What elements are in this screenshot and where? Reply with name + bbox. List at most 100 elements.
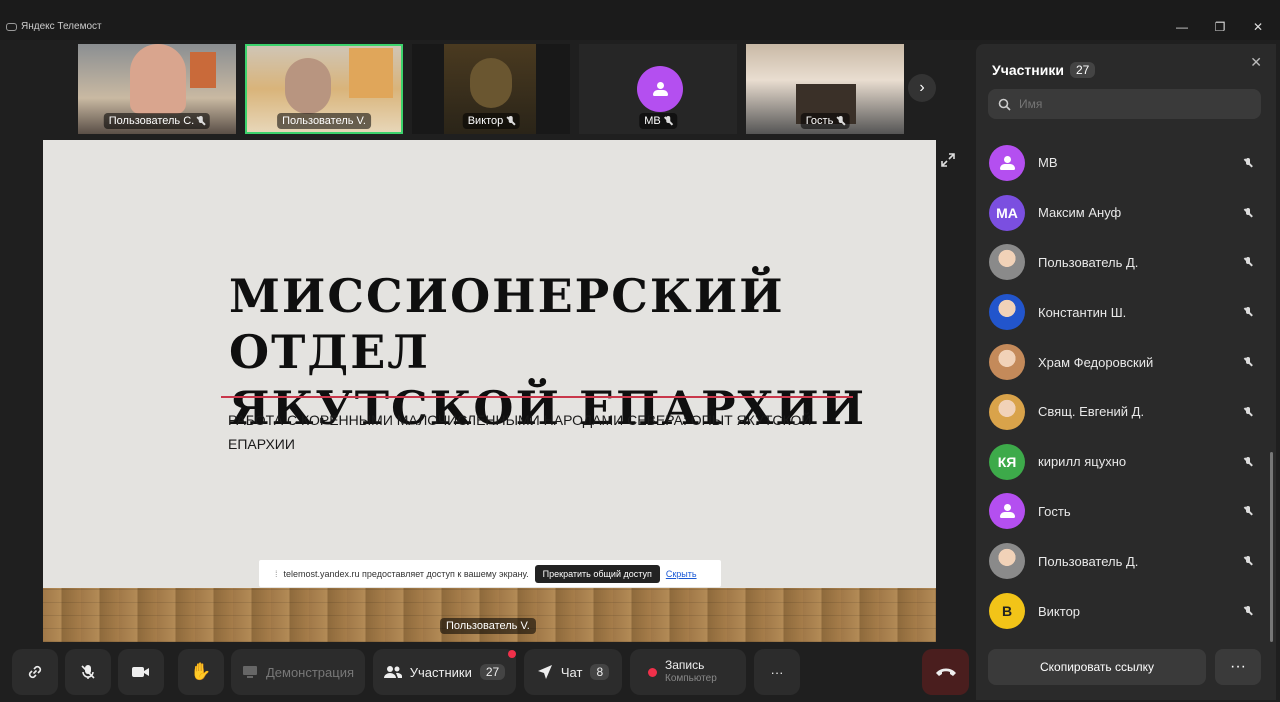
- link-icon: [28, 665, 42, 679]
- panel-count-badge: 27: [1069, 62, 1096, 78]
- avatar-initials: В: [1001, 603, 1013, 620]
- mic-off-icon: [1244, 456, 1252, 467]
- video-tile-viktor[interactable]: Виктор: [412, 44, 570, 134]
- mic-off-icon: [506, 116, 514, 126]
- record-button[interactable]: Запись Компьютер: [630, 649, 746, 695]
- participant-row[interactable]: Храм Федоровский: [976, 337, 1276, 387]
- avatar: МА: [989, 194, 1025, 231]
- slide-subtitle: РАБОТА С КОРЕННЫМИ МАЛОЧИСЛЕННЫМИ НАРОДА…: [228, 412, 812, 452]
- mic-off-icon: [1244, 257, 1252, 267]
- chat-button[interactable]: Чат 8: [524, 649, 622, 695]
- participant-row[interactable]: Пользователь Д.: [976, 536, 1276, 586]
- participant-row[interactable]: КЯ кирилл яцухно: [976, 437, 1276, 487]
- participant-name: Виктор: [1038, 603, 1081, 619]
- expand-icon[interactable]: [940, 152, 956, 168]
- avatar: [637, 66, 683, 112]
- stop-sharing-button[interactable]: Прекратить общий доступ: [534, 564, 660, 583]
- record-label: Запись: [665, 658, 705, 672]
- search-icon: [998, 98, 1011, 111]
- avatar: [989, 393, 1025, 430]
- more-options-button[interactable]: ···: [754, 649, 800, 695]
- participants-button[interactable]: Участники 27: [373, 649, 516, 695]
- mic-off-icon: [1244, 606, 1252, 616]
- mic-off-icon: [197, 116, 205, 126]
- participant-name: MB: [1038, 155, 1058, 171]
- hang-up-button[interactable]: [922, 649, 969, 695]
- video-tile-mb[interactable]: MB: [579, 44, 737, 134]
- search-input[interactable]: [1017, 96, 1241, 112]
- participants-panel: Участники 27 ✕ MB МА Максим Ануф Пользовате…: [976, 44, 1276, 700]
- participant-row[interactable]: Свящ. Евгений Д.: [976, 387, 1276, 437]
- background-picture: [190, 52, 216, 88]
- title-bar: Яндекс Телемост — ❐ ✕: [0, 0, 1280, 40]
- participant-name: Пользователь Д.: [1038, 553, 1139, 569]
- participant-row[interactable]: Пользователь Д.: [976, 238, 1276, 288]
- link-button[interactable]: [12, 649, 58, 695]
- mic-off-icon: [1244, 406, 1252, 417]
- participant-row[interactable]: Константин Ш.: [976, 287, 1276, 337]
- participant-list: MB МА Максим Ануф Пользователь Д. Константин…: [976, 138, 1276, 636]
- video-tile-user-v[interactable]: Пользователь V.: [245, 44, 403, 134]
- close-panel-icon[interactable]: ✕: [1250, 54, 1262, 71]
- video-tile-label: Виктор: [462, 113, 520, 129]
- panel-more-button[interactable]: ···: [1215, 649, 1261, 685]
- raise-hand-button[interactable]: ✋: [178, 649, 224, 695]
- mic-off-icon: [1244, 357, 1252, 367]
- phone-hangup-icon: [935, 668, 956, 676]
- participant-name: кирилл яцухно: [1038, 454, 1127, 470]
- send-icon: [537, 665, 552, 679]
- camera-button[interactable]: [118, 649, 164, 695]
- avatar: [989, 543, 1025, 580]
- share-grip-icon: ⁞: [275, 568, 278, 579]
- participant-row[interactable]: МА Максим Ануф: [976, 188, 1276, 238]
- mic-off-icon: [1244, 157, 1252, 168]
- panel-scrollbar[interactable]: [1270, 452, 1273, 642]
- mic-off-icon: [1244, 506, 1252, 516]
- person-icon: [1000, 155, 1015, 170]
- participant-name: Пользователь Д.: [1038, 254, 1139, 270]
- background-icon-frame: [349, 48, 393, 98]
- monitor-icon: [242, 666, 257, 678]
- slide-divider: [221, 396, 853, 398]
- hide-notice-link[interactable]: Скрыть: [666, 569, 697, 579]
- participants-label: Участники: [409, 664, 472, 680]
- panel-title: Участники: [992, 62, 1064, 78]
- app-logo-icon: [6, 22, 17, 31]
- video-tile-label: Пользователь V.: [277, 113, 371, 129]
- copy-link-button[interactable]: Скопировать ссылку: [988, 649, 1206, 685]
- avatar-initials: МА: [996, 204, 1018, 221]
- participant-name: Храм Федоровский: [1038, 354, 1154, 370]
- participant-video: [130, 44, 186, 114]
- video-tile-user-s[interactable]: Пользователь С.: [78, 44, 236, 134]
- mic-off-icon: [1244, 556, 1252, 566]
- shared-screen: МИССИОНЕРСКИЙ ОТДЕЛ ЯКУТСКОЙ ЕПАРХИИ РАБО…: [43, 140, 936, 642]
- avatar: [989, 294, 1025, 331]
- screen-share-button[interactable]: Демонстрация: [231, 649, 365, 695]
- participant-row[interactable]: Гость: [976, 487, 1276, 537]
- video-tile-label: Гость: [800, 113, 850, 129]
- participants-notification-dot: [508, 650, 516, 658]
- slide-title-line-1: МИССИОНЕРСКИЙ ОТДЕЛ: [229, 269, 785, 379]
- participant-row[interactable]: В Виктор: [976, 586, 1276, 636]
- avatar: [989, 244, 1025, 281]
- minimize-button[interactable]: —: [1168, 16, 1196, 38]
- record-icon: [648, 667, 657, 677]
- video-tile-guest[interactable]: Гость: [746, 44, 904, 134]
- participant-row[interactable]: MB: [976, 138, 1276, 188]
- mic-off-icon: [664, 116, 672, 126]
- avatar: [989, 344, 1025, 381]
- maximize-button[interactable]: ❐: [1206, 16, 1234, 38]
- participants-count-badge: 27: [479, 664, 506, 680]
- video-tile-label: Пользователь С.: [103, 113, 211, 129]
- hand-icon: ✋: [190, 662, 212, 681]
- avatar: КЯ: [989, 443, 1025, 480]
- presenter-label: Пользователь V.: [440, 618, 536, 634]
- next-thumbnails-button[interactable]: ›: [908, 74, 936, 102]
- mic-off-icon: [836, 116, 844, 126]
- participant-face: [470, 58, 512, 108]
- share-notice-text: telemost.yandex.ru предоставляет доступ …: [283, 568, 529, 579]
- camera-icon: [132, 667, 149, 677]
- close-window-button[interactable]: ✕: [1244, 16, 1272, 38]
- microphone-button[interactable]: [65, 649, 111, 695]
- search-field[interactable]: [988, 89, 1261, 119]
